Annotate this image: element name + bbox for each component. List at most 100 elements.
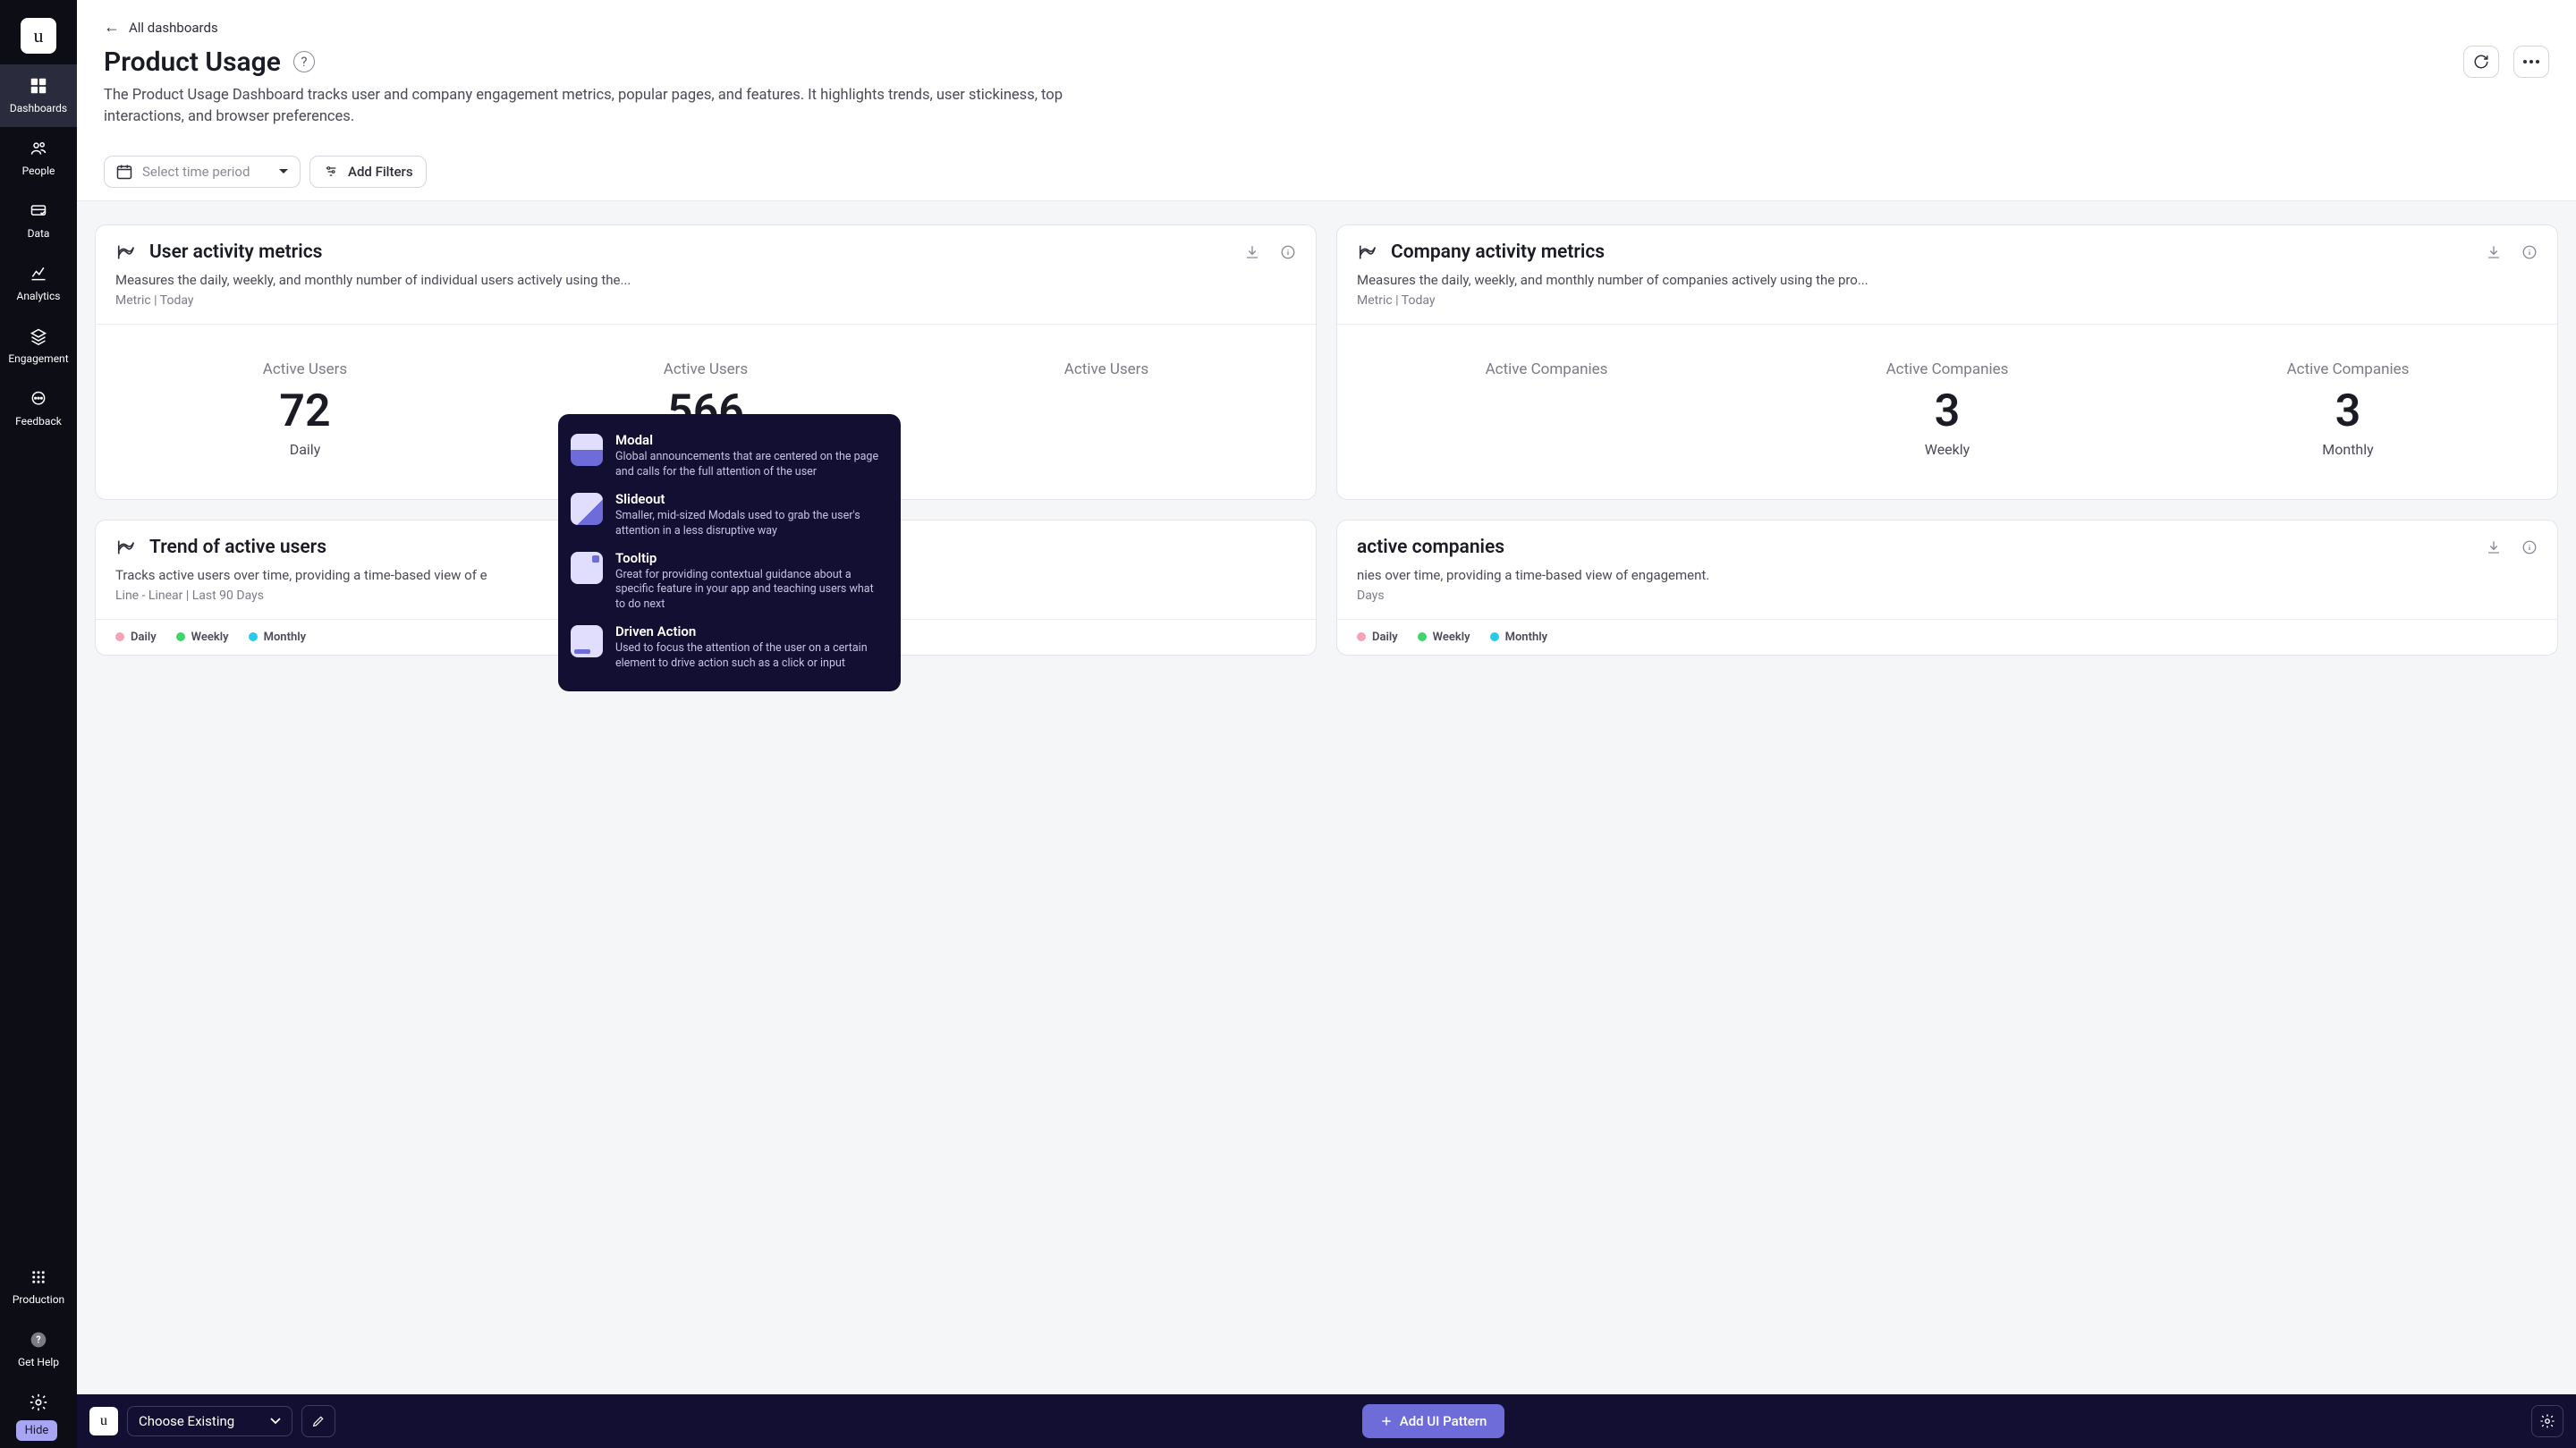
analytics-icon (28, 263, 49, 284)
sidebar-item-label: Feedback (15, 415, 62, 428)
metric: Active Users (1064, 360, 1148, 458)
popup-desc: Global announcements that are centered o… (615, 450, 883, 480)
sidebar-item-analytics[interactable]: Analytics (0, 252, 77, 315)
popup-title: Modal (615, 432, 883, 448)
add-ui-pattern-button[interactable]: Add UI Pattern (1362, 1404, 1505, 1438)
settings-button[interactable] (2531, 1405, 2563, 1437)
calendar-icon (115, 163, 133, 181)
card-meta: Days (1357, 589, 2538, 603)
legend-item: Monthly (1490, 631, 1547, 644)
info-icon[interactable] (1280, 244, 1296, 260)
popup-item-slideout[interactable]: SlideoutSmaller, mid-sized Modals used t… (571, 486, 883, 545)
legend: Daily Weekly Monthly (1337, 620, 2557, 655)
chart-icon (1357, 242, 1378, 262)
filter-icon (323, 165, 339, 179)
sidebar-item-engagement[interactable]: Engagement (0, 315, 77, 377)
info-icon[interactable] (2521, 539, 2538, 555)
refresh-button[interactable] (2463, 46, 2499, 78)
download-icon[interactable] (2486, 244, 2502, 260)
gear-icon (28, 1392, 49, 1413)
sidebar-item-label: Analytics (17, 290, 61, 302)
production-icon (28, 1266, 49, 1288)
sidebar-item-label: Production (13, 1293, 64, 1306)
sidebar-item-data[interactable]: Data (0, 190, 77, 252)
hide-tooltip: Hide (16, 1420, 58, 1441)
metric-label: Active Companies (1886, 360, 2009, 378)
pattern-popup: Modal Global announcements that are cente… (558, 414, 901, 691)
back-text: All dashboards (129, 20, 218, 36)
bottom-logo[interactable]: u (89, 1407, 118, 1435)
metric-period: Monthly (2287, 441, 2410, 458)
metric-label: Active Users (664, 360, 748, 378)
modal-pattern-icon (571, 434, 603, 466)
metric-label: Active Users (1064, 360, 1148, 378)
sidebar-item-label: Engagement (8, 352, 68, 365)
sidebar-item-dashboards[interactable]: Dashboards (0, 64, 77, 127)
edit-button[interactable] (301, 1405, 335, 1437)
sidebar-item-get-help[interactable]: ? Get Help (18, 1318, 59, 1381)
choose-existing-select[interactable]: Choose Existing (127, 1406, 292, 1436)
chart-icon (115, 538, 137, 557)
content-scroll[interactable]: User activity metrics Measures the daily… (77, 201, 2576, 1448)
people-icon (28, 138, 49, 159)
legend-item: Monthly (249, 631, 306, 644)
metric-label: Active Companies (2287, 360, 2410, 378)
download-icon[interactable] (1244, 244, 1260, 260)
popup-item-driven-action[interactable]: Driven ActionUsed to focus the attention… (571, 618, 883, 677)
card-trend-companies: active companies nies over time, providi… (1336, 520, 2558, 656)
sidebar-item-production[interactable]: Production (13, 1256, 64, 1318)
sidebar-item-label: Data (28, 227, 50, 240)
back-link[interactable]: ← All dashboards (104, 18, 2549, 37)
popup-title: Tooltip (615, 550, 883, 566)
download-icon[interactable] (2486, 539, 2502, 555)
page-description: The Product Usage Dashboard tracks user … (104, 85, 1141, 128)
sidebar-item-people[interactable]: People (0, 127, 77, 190)
choose-existing-label: Choose Existing (139, 1413, 234, 1429)
chevron-down-icon (278, 168, 289, 175)
sidebar-item-settings[interactable] (28, 1381, 49, 1417)
help-icon: ? (28, 1329, 49, 1351)
popup-title: Driven Action (615, 623, 883, 639)
metric-period: Daily (263, 441, 347, 458)
popup-item-tooltip[interactable]: Tooltip Great for providing contextual gu… (571, 545, 883, 619)
sidebar-item-label: Dashboards (10, 102, 67, 114)
page-title: Product Usage (104, 47, 281, 78)
sidebar-item-label: People (22, 165, 55, 177)
card-title: active companies (1357, 537, 2473, 558)
legend-item: Daily (1357, 631, 1398, 644)
legend-item: Weekly (1418, 631, 1470, 644)
card-desc: nies over time, providing a time-based v… (1357, 567, 2538, 583)
add-filters-button[interactable]: Add Filters (309, 156, 427, 188)
filter-bar: Select time period Add Filters (77, 142, 2576, 201)
help-circle-icon[interactable]: ? (293, 51, 315, 72)
metric-label: Active Users (263, 360, 347, 378)
info-icon[interactable] (2521, 244, 2538, 260)
metric-value: 3 (1886, 385, 2009, 437)
time-period-select[interactable]: Select time period (104, 156, 301, 188)
chart-icon (115, 242, 137, 262)
legend-item: Weekly (176, 631, 229, 644)
gear-icon (2539, 1413, 2555, 1429)
popup-desc: Great for providing contextual guidance … (615, 568, 883, 614)
metric: Active Companies 3 Weekly (1886, 360, 2009, 458)
card-meta: Metric | Today (1357, 293, 2538, 308)
popup-desc: Smaller, mid-sized Modals used to grab t… (615, 509, 883, 539)
slideout-pattern-icon (571, 493, 603, 525)
back-arrow-icon: ← (104, 18, 120, 37)
engagement-icon (28, 326, 49, 347)
sidebar: u Dashboards People Data Analytics (0, 0, 77, 1448)
card-desc: Measures the daily, weekly, and monthly … (115, 272, 1296, 288)
bottom-bar: u Choose Existing Add UI Pattern (77, 1394, 2576, 1448)
metric-period: Weekly (1886, 441, 2009, 458)
sidebar-item-feedback[interactable]: Feedback (0, 377, 77, 440)
legend-item: Daily (115, 631, 157, 644)
feedback-icon (28, 388, 49, 410)
more-button[interactable] (2513, 46, 2549, 78)
app-logo[interactable]: u (21, 18, 56, 54)
dashboards-icon (28, 75, 49, 97)
driven-action-pattern-icon (571, 625, 603, 657)
main: ← All dashboards Product Usage ? The Pro… (77, 0, 2576, 1448)
sidebar-item-label: Get Help (18, 1356, 59, 1368)
popup-item-modal[interactable]: Modal Global announcements that are cente… (571, 427, 883, 486)
sidebar-nav: Dashboards People Data Analytics Engagem… (0, 64, 77, 440)
